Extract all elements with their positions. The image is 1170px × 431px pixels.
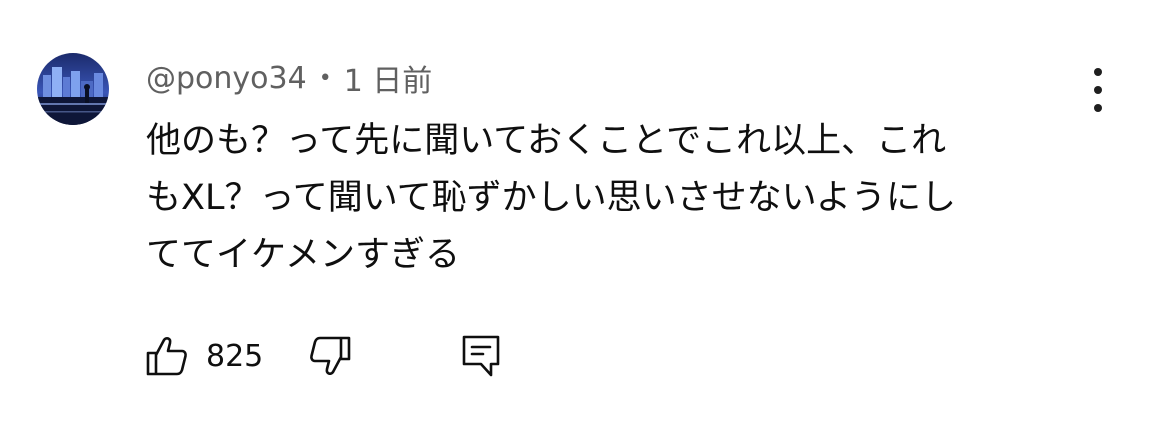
- comment-actions: 825: [146, 333, 501, 379]
- comment-text: 他のも？って先に聞いておくことでこれ以上、これ もXL？って聞いて恥ずかしい思い…: [146, 113, 1106, 284]
- reply-button[interactable]: [461, 334, 501, 378]
- comment-text-line: もXL？って聞いて恥ずかしい思いさせないようにし: [146, 178, 956, 218]
- menu-dot: [1094, 104, 1102, 112]
- comment-header: @ponyo34 • 1 日前: [146, 56, 432, 100]
- comment-time[interactable]: 1 日前: [344, 56, 433, 100]
- like-count: 825: [206, 338, 264, 374]
- comment-text-line: ててイケメンすぎる: [146, 235, 460, 275]
- comment-text-line: 他のも？って先に聞いておくことでこれ以上、これ: [146, 121, 947, 161]
- menu-dot: [1094, 86, 1102, 94]
- author-name[interactable]: @ponyo34: [146, 61, 307, 96]
- separator-dot: •: [318, 65, 332, 91]
- like-button[interactable]: 825: [146, 336, 263, 376]
- menu-dot: [1094, 68, 1102, 76]
- avatar-image: [37, 53, 109, 125]
- reply-comment-icon: [462, 335, 500, 377]
- thumbs-up-icon: [146, 337, 187, 376]
- more-vertical-icon[interactable]: [1080, 68, 1116, 112]
- thumbs-down-icon: [310, 336, 351, 375]
- dislike-button[interactable]: [309, 336, 351, 376]
- avatar[interactable]: [37, 53, 109, 125]
- comment-thread: @ponyo34 • 1 日前 他のも？って先に聞いておくことでこれ以上、これ …: [0, 0, 1170, 431]
